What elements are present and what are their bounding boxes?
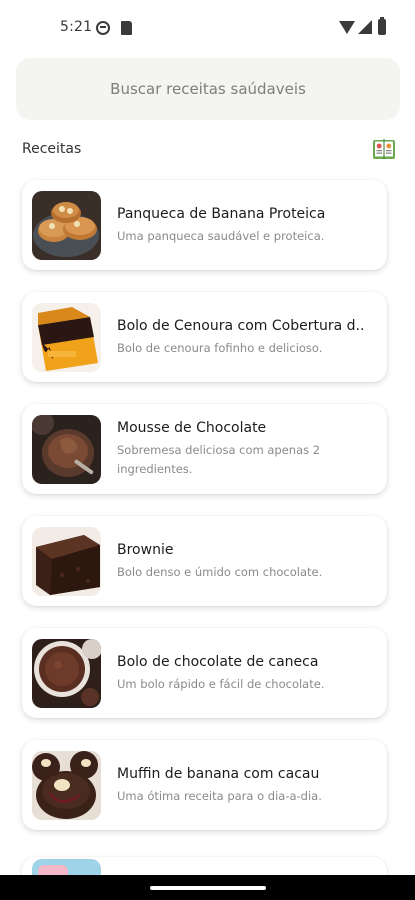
recipe-title: Bolo de Cenoura com Cobertura d..	[117, 317, 365, 334]
recipe-thumbnail	[32, 415, 101, 484]
recipe-title: Brownie	[117, 541, 174, 558]
recipe-thumbnail	[32, 303, 101, 372]
wifi-icon	[339, 21, 355, 34]
recipe-text: Muffin de banana com cacau Uma ótima rec…	[117, 740, 377, 830]
do-not-disturb-icon	[96, 21, 110, 35]
search-input[interactable]	[16, 58, 400, 120]
recipe-card-chocolate-mousse[interactable]: Mousse de Chocolate Sobremesa deliciosa …	[22, 404, 387, 494]
recipe-description: Bolo de cenoura fofinho e delicioso.	[117, 340, 323, 355]
recipe-description: Sobremesa deliciosa com apenas 2 ingredi…	[117, 443, 321, 476]
recipe-title: Muffin de banana com cacau	[117, 765, 320, 782]
status-bar: 5:21	[0, 0, 415, 56]
recipe-card-carrot-cake[interactable]: Bolo de Cenoura com Cobertura d.. Bolo d…	[22, 292, 387, 382]
recipe-card-banana-muffin[interactable]: Muffin de banana com cacau Uma ótima rec…	[22, 740, 387, 830]
recipe-card-banana-pancake[interactable]: Panqueca de Banana Proteica Uma panqueca…	[22, 180, 387, 270]
screen: 5:21 Receitas	[0, 0, 415, 900]
recipe-title: Panqueca de Banana Proteica	[117, 205, 326, 222]
cell-signal-icon	[358, 20, 372, 34]
status-time: 5:21	[60, 19, 93, 35]
recipe-title: Mousse de Chocolate	[117, 420, 267, 436]
recipe-text: Bolo de chocolate de caneca Um bolo rápi…	[117, 628, 377, 718]
recipe-title: Bolo de chocolate de caneca	[117, 653, 319, 670]
recipe-text: Mousse de Chocolate Sobremesa deliciosa …	[117, 404, 377, 494]
recipe-thumbnail	[32, 751, 101, 820]
recipe-card-mug-cake[interactable]: Bolo de chocolate de caneca Um bolo rápi…	[22, 628, 387, 718]
recipe-thumbnail	[32, 527, 101, 596]
recipe-text: Panqueca de Banana Proteica Uma panqueca…	[117, 180, 377, 270]
recipe-thumbnail	[32, 639, 101, 708]
recipe-description: Uma panqueca saudável e proteica.	[117, 228, 325, 243]
recipe-description: Bolo denso e úmido com chocolate.	[117, 564, 323, 579]
recipe-book-icon[interactable]	[372, 138, 396, 160]
recipe-description: Um bolo rápido e fácil de chocolate.	[117, 676, 325, 691]
home-gesture-handle[interactable]	[150, 886, 266, 890]
recipe-thumbnail	[32, 191, 101, 260]
navigation-bar	[0, 875, 415, 900]
sd-card-icon	[121, 21, 132, 35]
section-title: Receitas	[22, 141, 82, 157]
recipe-text: Brownie Bolo denso e úmido com chocolate…	[117, 516, 377, 606]
recipe-text: Bolo de Cenoura com Cobertura d.. Bolo d…	[117, 292, 377, 382]
recipe-card-brownie[interactable]: Brownie Bolo denso e úmido com chocolate…	[22, 516, 387, 606]
battery-icon	[378, 17, 386, 35]
recipe-description: Uma ótima receita para o dia-a-dia.	[117, 788, 322, 803]
search-box	[16, 58, 400, 120]
